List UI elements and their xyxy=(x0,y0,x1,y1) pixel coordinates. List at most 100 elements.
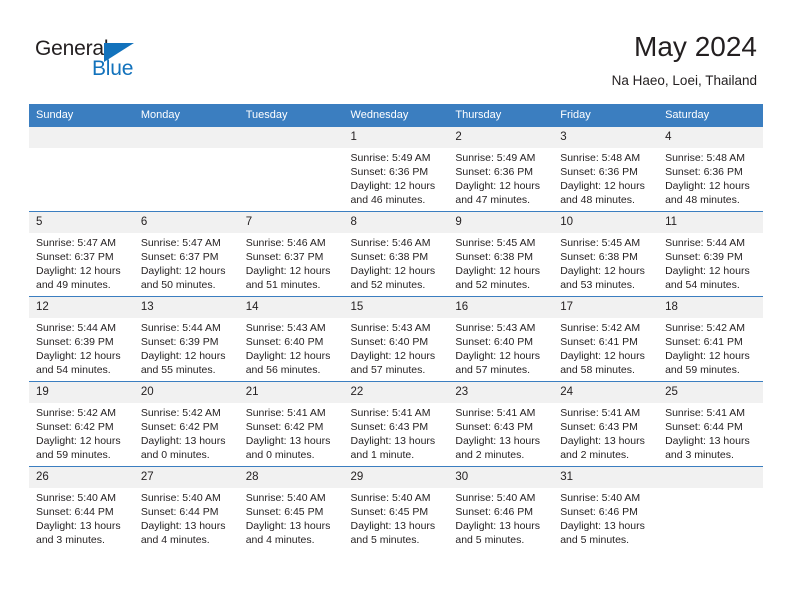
calendar-day-cell[interactable]: 23 Sunrise: 5:41 AM Sunset: 6:43 PM Dayligh… xyxy=(448,381,554,467)
daylight-text: Daylight: 12 hours and 51 minutes. xyxy=(245,265,331,292)
sunrise-text: Sunrise: 5:46 AM xyxy=(350,237,431,249)
sunrise-text: Sunrise: 5:42 AM xyxy=(36,407,116,419)
calendar-day-cell[interactable]: 3 Sunrise: 5:48 AM Sunset: 6:36 PM Daylight… xyxy=(553,126,659,212)
day-details: Sunrise: 5:43 AM Sunset: 6:40 PM Daylight:… xyxy=(239,318,344,377)
day-details: Sunrise: 5:40 AM Sunset: 6:46 PM Daylight:… xyxy=(448,488,553,547)
calendar-day-cell[interactable]: 4 Sunrise: 5:48 AM Sunset: 6:36 PM Daylight… xyxy=(658,126,763,212)
calendar-day-cell[interactable]: 8 Sunrise: 5:46 AM Sunset: 6:38 PM Daylight… xyxy=(343,211,449,297)
sunrise-text: Sunrise: 5:40 AM xyxy=(36,492,116,504)
sunset-text: Sunset: 6:42 PM xyxy=(245,421,324,434)
sunset-text: Sunset: 6:36 PM xyxy=(455,166,534,179)
sunset-text: Sunset: 6:44 PM xyxy=(140,506,219,519)
weekday-header-thursday: Thursday xyxy=(448,104,554,127)
calendar-day-cell[interactable]: 24 Sunrise: 5:41 AM Sunset: 6:43 PM Dayligh… xyxy=(553,381,659,467)
calendar-day-cell[interactable]: 11 Sunrise: 5:44 AM Sunset: 6:39 PM Dayligh… xyxy=(658,211,763,297)
page-title: May 2024 xyxy=(634,31,757,62)
calendar-week-row: 19 Sunrise: 5:42 AM Sunset: 6:42 PM Dayligh… xyxy=(29,381,763,467)
day-details: Sunrise: 5:40 AM Sunset: 6:45 PM Daylight:… xyxy=(344,488,449,547)
sunset-text: Sunset: 6:43 PM xyxy=(350,421,429,434)
calendar-table: Sunday Monday Tuesday Wednesday Thursday… xyxy=(29,104,763,551)
day-details: Sunrise: 5:41 AM Sunset: 6:42 PM Daylight:… xyxy=(239,403,344,462)
calendar-day-cell[interactable]: 9 Sunrise: 5:45 AM Sunset: 6:38 PM Daylight… xyxy=(448,211,554,297)
calendar-day-cell[interactable]: 29 Sunrise: 5:40 AM Sunset: 6:45 PM Dayligh… xyxy=(343,466,449,551)
sunrise-text: Sunrise: 5:41 AM xyxy=(245,407,326,419)
weekday-header-row: Sunday Monday Tuesday Wednesday Thursday… xyxy=(29,104,763,127)
daylight-text: Daylight: 13 hours and 4 minutes. xyxy=(140,520,226,547)
daylight-text: Daylight: 13 hours and 0 minutes. xyxy=(245,435,331,462)
calendar-week-row: 26 Sunrise: 5:40 AM Sunset: 6:44 PM Dayligh… xyxy=(29,466,763,551)
calendar-day-cell[interactable]: 7 Sunrise: 5:46 AM Sunset: 6:37 PM Daylight… xyxy=(238,211,344,297)
sunset-text: Sunset: 6:43 PM xyxy=(455,421,534,434)
day-details: Sunrise: 5:43 AM Sunset: 6:40 PM Daylight:… xyxy=(448,318,553,377)
day-details: Sunrise: 5:42 AM Sunset: 6:41 PM Daylight:… xyxy=(553,318,658,377)
calendar-day-cell[interactable]: 13 Sunrise: 5:44 AM Sunset: 6:39 PM Dayligh… xyxy=(133,296,239,382)
sunset-text: Sunset: 6:41 PM xyxy=(560,336,638,349)
daylight-text: Daylight: 12 hours and 49 minutes. xyxy=(36,265,121,292)
calendar-day-cell[interactable]: 17 Sunrise: 5:42 AM Sunset: 6:41 PM Dayligh… xyxy=(553,296,659,382)
sunrise-text: Sunrise: 5:42 AM xyxy=(665,322,746,334)
calendar-day-cell[interactable]: 6 Sunrise: 5:47 AM Sunset: 6:37 PM Daylight… xyxy=(133,211,239,297)
calendar-day-cell[interactable]: 20 Sunrise: 5:42 AM Sunset: 6:42 PM Dayligh… xyxy=(133,381,239,467)
daylight-text: Daylight: 12 hours and 48 minutes. xyxy=(665,180,750,207)
day-details: Sunrise: 5:40 AM Sunset: 6:46 PM Daylight:… xyxy=(553,488,658,547)
day-details: Sunrise: 5:46 AM Sunset: 6:38 PM Daylight:… xyxy=(344,233,449,292)
sunset-text: Sunset: 6:45 PM xyxy=(245,506,324,519)
calendar-day-cell[interactable]: 1 Sunrise: 5:49 AM Sunset: 6:36 PM Daylight… xyxy=(343,126,449,212)
sunrise-text: Sunrise: 5:46 AM xyxy=(245,237,326,249)
calendar-day-cell[interactable]: 25 Sunrise: 5:41 AM Sunset: 6:44 PM Dayligh… xyxy=(658,381,763,467)
day-details: Sunrise: 5:40 AM Sunset: 6:45 PM Daylight:… xyxy=(239,488,344,547)
day-number: 30 xyxy=(448,467,554,488)
calendar-day-cell[interactable]: 15 Sunrise: 5:43 AM Sunset: 6:40 PM Dayligh… xyxy=(343,296,449,382)
title-block: May 2024 Na Haeo, Loei, Thailand xyxy=(612,30,757,90)
day-details: Sunrise: 5:46 AM Sunset: 6:37 PM Daylight:… xyxy=(239,233,344,292)
day-number: 18 xyxy=(658,297,763,318)
sunset-text: Sunset: 6:37 PM xyxy=(140,251,219,264)
sunset-text: Sunset: 6:42 PM xyxy=(36,421,114,434)
daylight-text: Daylight: 12 hours and 54 minutes. xyxy=(36,350,121,377)
calendar-day-cell[interactable]: 14 Sunrise: 5:43 AM Sunset: 6:40 PM Dayligh… xyxy=(238,296,344,382)
day-number: 22 xyxy=(343,382,449,403)
daylight-text: Daylight: 12 hours and 46 minutes. xyxy=(350,180,436,207)
sunset-text: Sunset: 6:40 PM xyxy=(455,336,534,349)
day-details: Sunrise: 5:44 AM Sunset: 6:39 PM Daylight:… xyxy=(658,233,763,292)
calendar-day-cell[interactable]: 26 Sunrise: 5:40 AM Sunset: 6:44 PM Dayligh… xyxy=(29,466,134,551)
calendar-day-cell[interactable]: 22 Sunrise: 5:41 AM Sunset: 6:43 PM Dayligh… xyxy=(343,381,449,467)
day-number: 15 xyxy=(343,297,449,318)
general-blue-logo[interactable]: General Blue xyxy=(35,37,165,85)
calendar-day-cell[interactable]: 21 Sunrise: 5:41 AM Sunset: 6:42 PM Dayligh… xyxy=(238,381,344,467)
sunset-text: Sunset: 6:38 PM xyxy=(455,251,534,264)
sunset-text: Sunset: 6:46 PM xyxy=(455,506,534,519)
day-details: Sunrise: 5:42 AM Sunset: 6:42 PM Daylight:… xyxy=(29,403,134,462)
calendar-day-cell-empty xyxy=(238,126,344,212)
day-number: 28 xyxy=(238,467,344,488)
calendar-day-cell[interactable]: 30 Sunrise: 5:40 AM Sunset: 6:46 PM Dayligh… xyxy=(448,466,554,551)
sunset-text: Sunset: 6:39 PM xyxy=(36,336,114,349)
day-details: Sunrise: 5:42 AM Sunset: 6:41 PM Daylight:… xyxy=(658,318,763,377)
calendar-day-cell[interactable]: 2 Sunrise: 5:49 AM Sunset: 6:36 PM Daylight… xyxy=(448,126,554,212)
sunset-text: Sunset: 6:44 PM xyxy=(36,506,114,519)
daylight-text: Daylight: 12 hours and 59 minutes. xyxy=(665,350,750,377)
calendar-day-cell[interactable]: 12 Sunrise: 5:44 AM Sunset: 6:39 PM Dayligh… xyxy=(29,296,134,382)
daylight-text: Daylight: 13 hours and 5 minutes. xyxy=(560,520,645,547)
day-details: Sunrise: 5:40 AM Sunset: 6:44 PM Daylight:… xyxy=(29,488,134,547)
calendar-day-cell[interactable]: 5 Sunrise: 5:47 AM Sunset: 6:37 PM Daylight… xyxy=(29,211,134,297)
sunset-text: Sunset: 6:40 PM xyxy=(350,336,429,349)
day-details: Sunrise: 5:45 AM Sunset: 6:38 PM Daylight:… xyxy=(553,233,658,292)
day-number: 9 xyxy=(448,212,554,233)
calendar-day-cell[interactable]: 28 Sunrise: 5:40 AM Sunset: 6:45 PM Dayligh… xyxy=(238,466,344,551)
calendar-day-cell[interactable]: 27 Sunrise: 5:40 AM Sunset: 6:44 PM Dayligh… xyxy=(133,466,239,551)
sunrise-text: Sunrise: 5:40 AM xyxy=(560,492,641,504)
daylight-text: Daylight: 13 hours and 3 minutes. xyxy=(36,520,121,547)
calendar-day-cell[interactable]: 18 Sunrise: 5:42 AM Sunset: 6:41 PM Dayligh… xyxy=(658,296,763,382)
sunrise-text: Sunrise: 5:43 AM xyxy=(350,322,431,334)
sunrise-text: Sunrise: 5:44 AM xyxy=(665,237,746,249)
daylight-text: Daylight: 12 hours and 56 minutes. xyxy=(245,350,331,377)
day-number: 26 xyxy=(29,467,134,488)
calendar-day-cell[interactable]: 16 Sunrise: 5:43 AM Sunset: 6:40 PM Dayligh… xyxy=(448,296,554,382)
calendar-day-cell[interactable]: 19 Sunrise: 5:42 AM Sunset: 6:42 PM Dayligh… xyxy=(29,381,134,467)
sunrise-text: Sunrise: 5:40 AM xyxy=(140,492,221,504)
sunrise-text: Sunrise: 5:41 AM xyxy=(350,407,431,419)
calendar-day-cell[interactable]: 10 Sunrise: 5:45 AM Sunset: 6:38 PM Dayligh… xyxy=(553,211,659,297)
sunset-text: Sunset: 6:36 PM xyxy=(665,166,743,179)
calendar-day-cell[interactable]: 31 Sunrise: 5:40 AM Sunset: 6:46 PM Dayligh… xyxy=(553,466,659,551)
